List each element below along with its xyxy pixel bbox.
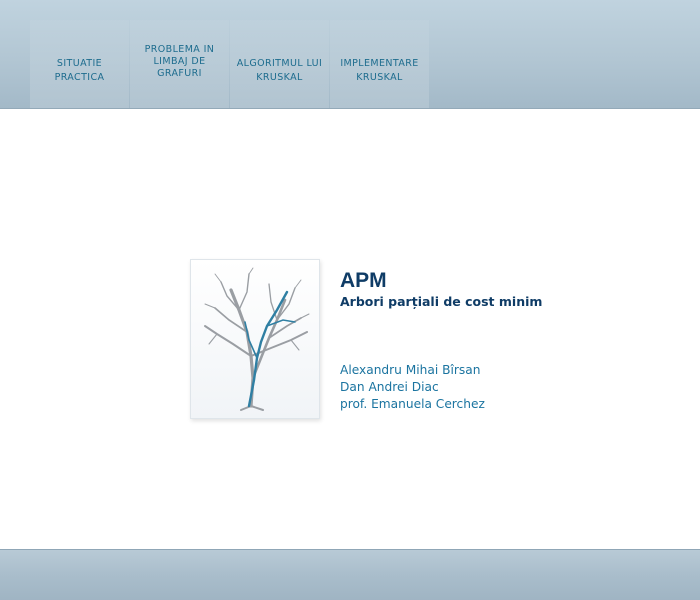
nav-item-label: IMPLEMENTARE KRUSKAL [340, 58, 419, 83]
footer-bar [0, 549, 700, 600]
nav-item-situatie-practica[interactable]: SITUATIE PRACTICA [30, 20, 129, 108]
page-title: APM [340, 269, 387, 292]
main-nav: SITUATIE PRACTICA PROBLEMA IN LIMBAJ DE … [30, 20, 430, 108]
author-name: prof. Emanuela Cerchez [340, 397, 485, 411]
nav-item-implementare-kruskal[interactable]: IMPLEMENTARE KRUSKAL [330, 20, 429, 108]
header-bar: SITUATIE PRACTICA PROBLEMA IN LIMBAJ DE … [0, 0, 700, 109]
page: SITUATIE PRACTICA PROBLEMA IN LIMBAJ DE … [0, 0, 700, 600]
nav-item-label: ALGORITMUL LUI KRUSKAL [236, 58, 323, 83]
tree-thumbnail [190, 259, 320, 419]
author-name: Alexandru Mihai Bîrsan [340, 363, 481, 377]
page-subtitle: Arbori parțiali de cost minim [340, 294, 543, 309]
nav-item-algoritmul-lui-kruskal[interactable]: ALGORITMUL LUI KRUSKAL [230, 20, 329, 108]
author-name: Dan Andrei Diac [340, 380, 439, 394]
nav-item-label: SITUATIE PRACTICA [54, 58, 105, 83]
nav-item-label: PROBLEMA IN LIMBAJ DE GRAFURI [144, 44, 215, 79]
tree-icon [204, 267, 310, 411]
nav-item-problema-in-limbaj-de-grafuri[interactable]: PROBLEMA IN LIMBAJ DE GRAFURI [130, 20, 229, 108]
author-list: Alexandru Mihai Bîrsan Dan Andrei Diac p… [340, 362, 485, 413]
